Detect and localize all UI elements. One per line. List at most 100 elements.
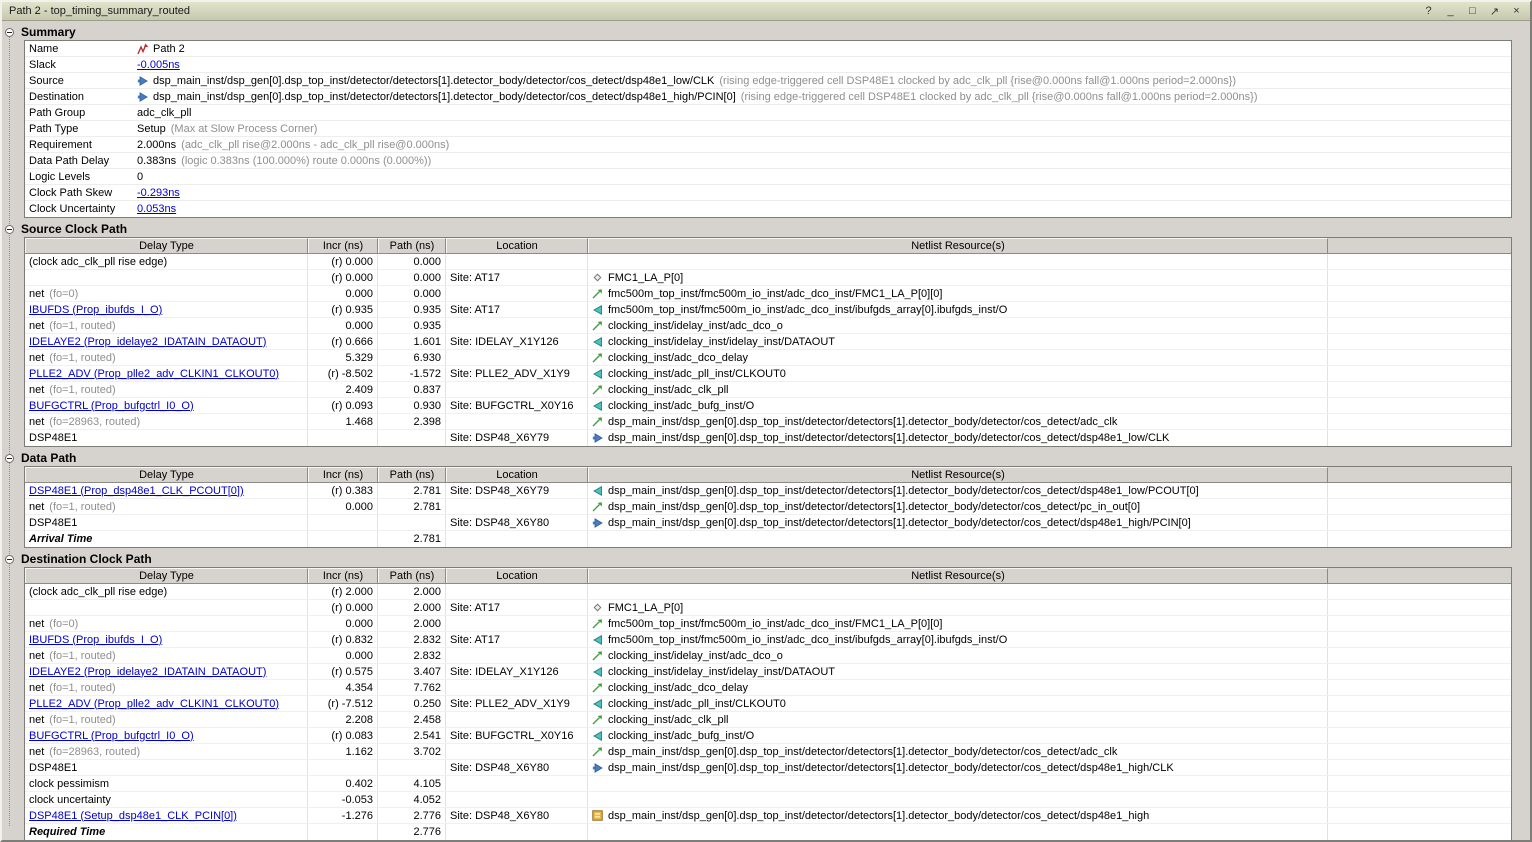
timing-row[interactable]: DSP48E1 (Prop_dsp48e1_CLK_PCOUT[0])(r) 0… [25,483,1511,499]
summary-row[interactable]: NamePath 2 [25,41,1511,57]
delay-type-cell: PLLE2_ADV (Prop_plle2_adv_CLKIN1_CLKOUT0… [25,366,308,381]
timing-row[interactable]: Arrival Time2.781 [25,531,1511,547]
column-header[interactable]: Location [446,467,588,482]
column-header[interactable]: Path (ns) [378,238,446,253]
path-cell: 2.398 [378,414,446,429]
timing-row[interactable]: DSP48E1Site: DSP48_X6Y80dsp_main_inst/ds… [25,760,1511,776]
timing-row[interactable]: (r) 0.0002.000Site: AT17FMC1_LA_P[0] [25,600,1511,616]
timing-row[interactable]: DSP48E1 (Setup_dsp48e1_CLK_PCIN[0]) -1.27… [25,808,1511,824]
timing-row[interactable]: net(fo=1, routed)0.0002.832clocking_inst… [25,648,1511,664]
column-header[interactable]: Path (ns) [378,467,446,482]
delay-type-link[interactable]: PLLE2_ADV (Prop_plle2_adv_CLKIN1_CLKOUT0… [29,698,279,710]
column-header[interactable]: Netlist Resource(s) [588,467,1328,482]
float-button[interactable]: ↗ [1488,4,1501,18]
column-header[interactable]: Location [446,568,588,583]
timing-row[interactable]: (clock adc_clk_pll rise edge)(r) 0.0000.… [25,254,1511,270]
delay-type-cell: BUFGCTRL (Prop_bufgctrl_I0_O) [25,728,308,743]
timing-row[interactable]: Required Time2.776 [25,824,1511,840]
maximize-button[interactable]: □ [1466,4,1479,18]
timing-row[interactable]: clock uncertainty-0.0534.052 [25,792,1511,808]
summary-row[interactable]: Logic Levels0 [25,169,1511,185]
path-cell: 6.930 [378,350,446,365]
resource-text: dsp_main_inst/dsp_gen[0].dsp_top_inst/de… [608,517,1191,529]
minimize-button[interactable]: _ [1444,4,1457,18]
location-cell [446,680,588,695]
summary-row[interactable]: Clock Path Skew-0.293ns [25,185,1511,201]
delay-type-link[interactable]: PLLE2_ADV (Prop_plle2_adv_CLKIN1_CLKOUT0… [29,368,279,380]
column-header[interactable]: Delay Type [25,568,308,583]
timing-row[interactable]: (r) 0.0000.000Site: AT17FMC1_LA_P[0] [25,270,1511,286]
column-header[interactable]: Location [446,238,588,253]
summary-row[interactable]: Clock Uncertainty0.053ns [25,201,1511,217]
timing-row[interactable]: net(fo=1, routed)2.2082.458clocking_inst… [25,712,1511,728]
delay-type-link[interactable]: DSP48E1 (Prop_dsp48e1_CLK_PCOUT[0]) [29,485,244,497]
incr-cell: -1.276 [308,808,378,823]
summary-row[interactable]: Path TypeSetup(Max at Slow Process Corne… [25,121,1511,137]
resource-cell: FMC1_LA_P[0] [588,600,1328,615]
input-pin-icon [592,432,606,444]
delay-type-link[interactable]: BUFGCTRL (Prop_bufgctrl_I0_O) [29,730,194,742]
timing-row[interactable]: IDELAYE2 (Prop_idelaye2_IDATAIN_DATAOUT)… [25,664,1511,680]
timing-row[interactable]: net(fo=28963, routed)1.4682.398dsp_main_… [25,414,1511,430]
timing-row[interactable]: IDELAYE2 (Prop_idelaye2_IDATAIN_DATAOUT)… [25,334,1511,350]
column-header[interactable]: Incr (ns) [308,568,378,583]
timing-row[interactable]: PLLE2_ADV (Prop_plle2_adv_CLKIN1_CLKOUT0… [25,366,1511,382]
delay-type-link[interactable]: DSP48E1 (Setup_dsp48e1_CLK_PCIN[0]) [29,810,237,822]
header-filler [1328,467,1511,482]
summary-row[interactable]: Requirement2.000ns(adc_clk_pll rise@2.00… [25,137,1511,153]
collapse-toggle[interactable] [5,225,14,234]
summary-link[interactable]: -0.005ns [137,59,180,71]
summary-row[interactable]: Sourcedsp_main_inst/dsp_gen[0].dsp_top_i… [25,73,1511,89]
timing-row[interactable]: DSP48E1Site: DSP48_X6Y80dsp_main_inst/ds… [25,515,1511,531]
delay-type-link[interactable]: IDELAYE2 (Prop_idelaye2_IDATAIN_DATAOUT) [29,666,266,678]
timing-row[interactable]: net(fo=1, routed)0.0002.781dsp_main_inst… [25,499,1511,515]
column-header[interactable]: Delay Type [25,467,308,482]
timing-row[interactable]: IBUFDS (Prop_ibufds_I_O)(r) 0.9350.935Si… [25,302,1511,318]
timing-row[interactable]: IBUFDS (Prop_ibufds_I_O)(r) 0.8322.832Si… [25,632,1511,648]
path-cell: 0.000 [378,270,446,285]
column-header[interactable]: Incr (ns) [308,467,378,482]
summary-link[interactable]: -0.293ns [137,187,180,199]
delay-type-link[interactable]: IBUFDS (Prop_ibufds_I_O) [29,304,162,316]
collapse-toggle[interactable] [5,454,14,463]
summary-text: dsp_main_inst/dsp_gen[0].dsp_top_inst/de… [153,75,714,87]
timing-row[interactable]: net(fo=28963, routed)1.1623.702dsp_main_… [25,744,1511,760]
timing-row[interactable]: net(fo=1, routed)2.4090.837clocking_inst… [25,382,1511,398]
resource-text: clocking_inst/adc_bufg_inst/O [608,400,754,412]
summary-row[interactable]: Destinationdsp_main_inst/dsp_gen[0].dsp_… [25,89,1511,105]
column-header[interactable]: Netlist Resource(s) [588,238,1328,253]
timing-row[interactable]: DSP48E1Site: DSP48_X6Y79dsp_main_inst/ds… [25,430,1511,446]
timing-row[interactable]: (clock adc_clk_pll rise edge)(r) 2.0002.… [25,584,1511,600]
titlebar[interactable]: Path 2 - top_timing_summary_routed ?_□↗× [2,2,1530,21]
collapse-toggle[interactable] [5,28,14,37]
timing-row[interactable]: PLLE2_ADV (Prop_plle2_adv_CLKIN1_CLKOUT0… [25,696,1511,712]
summary-row[interactable]: Data Path Delay0.383ns(logic 0.383ns (10… [25,153,1511,169]
resource-text: dsp_main_inst/dsp_gen[0].dsp_top_inst/de… [608,485,1199,497]
timing-row[interactable]: BUFGCTRL (Prop_bufgctrl_I0_O)(r) 0.0832.… [25,728,1511,744]
delay-type-link[interactable]: BUFGCTRL (Prop_bufgctrl_I0_O) [29,400,194,412]
collapse-toggle[interactable] [5,555,14,564]
close-button[interactable]: × [1510,4,1523,18]
timing-row[interactable]: net(fo=1, routed)0.0000.935clocking_inst… [25,318,1511,334]
timing-row[interactable]: net(fo=1, routed)4.3547.762clocking_inst… [25,680,1511,696]
column-header[interactable]: Incr (ns) [308,238,378,253]
filler-cell [1328,366,1511,381]
timing-row[interactable]: net(fo=0)0.0002.000fmc500m_top_inst/fmc5… [25,616,1511,632]
delay-type-link[interactable]: IBUFDS (Prop_ibufds_I_O) [29,634,162,646]
resource-text: clocking_inst/idelay_inst/adc_dco_o [608,320,783,332]
summary-row[interactable]: Slack-0.005ns [25,57,1511,73]
timing-row[interactable]: net(fo=0)0.0000.000fmc500m_top_inst/fmc5… [25,286,1511,302]
timing-row[interactable]: net(fo=1, routed)5.3296.930clocking_inst… [25,350,1511,366]
input-pin-icon [137,91,151,103]
column-header[interactable]: Delay Type [25,238,308,253]
summary-link[interactable]: 0.053ns [137,203,176,215]
delay-type-link[interactable]: IDELAYE2 (Prop_idelaye2_IDATAIN_DATAOUT) [29,336,266,348]
delay-type-cell: Required Time [25,824,308,840]
summary-row[interactable]: Path Groupadc_clk_pll [25,105,1511,121]
timing-row[interactable]: BUFGCTRL (Prop_bufgctrl_I0_O)(r) 0.0930.… [25,398,1511,414]
column-header[interactable]: Path (ns) [378,568,446,583]
help-button[interactable]: ? [1422,4,1435,18]
column-header[interactable]: Netlist Resource(s) [588,568,1328,583]
timing-row[interactable]: clock pessimism0.4024.105 [25,776,1511,792]
net-icon [592,416,606,428]
